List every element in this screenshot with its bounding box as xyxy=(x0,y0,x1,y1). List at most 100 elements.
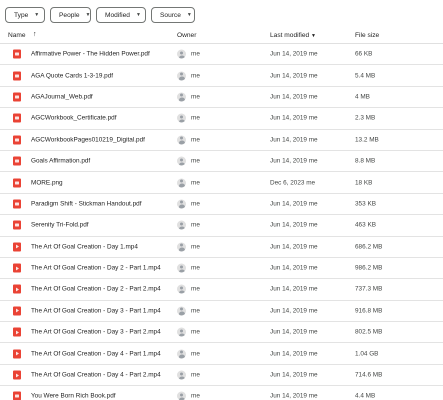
owner-avatar-icon xyxy=(177,92,186,102)
file-owner: me xyxy=(191,93,200,101)
chevron-down-icon: ▼ xyxy=(34,12,40,18)
last-modified-column-header[interactable]: Last modified xyxy=(270,32,309,39)
file-size: 737.3 MB xyxy=(355,285,383,293)
file-name[interactable]: The Art Of Goal Creation - Day 1.mp4 xyxy=(31,243,138,250)
file-row[interactable]: The Art Of Goal Creation - Day 4 - Part … xyxy=(0,343,443,365)
file-row[interactable]: The Art Of Goal Creation - Day 3 - Part … xyxy=(0,322,443,344)
file-name[interactable]: MORE.png xyxy=(31,179,63,186)
file-name[interactable]: The Art Of Goal Creation - Day 4 - Part … xyxy=(31,350,161,357)
sort-caret-down-icon[interactable]: ▼ xyxy=(311,33,316,39)
file-name[interactable]: Affirmative Power - The Hidden Power.pdf xyxy=(31,51,150,58)
type-filter-label: Type xyxy=(14,11,29,19)
file-last-modified: Jun 14, 2019 me xyxy=(270,93,318,101)
mp4-file-icon xyxy=(13,263,21,273)
pdf-file-icon xyxy=(13,391,21,400)
file-owner: me xyxy=(191,307,200,315)
file-row[interactable]: Serenity Tri-Fold.pdf me Jun 14, 2019 me 46… xyxy=(0,215,443,237)
owner-avatar-icon xyxy=(177,71,186,81)
owner-avatar-icon xyxy=(177,178,186,188)
file-owner: me xyxy=(191,50,200,58)
file-name[interactable]: The Art Of Goal Creation - Day 3 - Part … xyxy=(31,307,161,314)
sort-ascending-arrow-icon[interactable]: ↑ xyxy=(33,31,37,38)
file-row[interactable]: You Were Born Rich Book.pdf me Jun 14, 201… xyxy=(0,386,443,400)
file-name[interactable]: The Art Of Goal Creation - Day 4 - Part … xyxy=(31,372,161,379)
file-owner: me xyxy=(191,114,200,122)
file-row[interactable]: MORE.png me Dec 6, 2023 me 18 KB xyxy=(0,172,443,194)
file-last-modified: Jun 14, 2019 me xyxy=(270,243,318,251)
file-name[interactable]: The Art Of Goal Creation - Day 3 - Part … xyxy=(31,329,161,336)
file-row[interactable]: Affirmative Power - The Hidden Power.pdf… xyxy=(0,44,443,66)
pdf-file-icon xyxy=(13,71,21,81)
file-name[interactable]: The Art Of Goal Creation - Day 2 - Part … xyxy=(31,286,161,293)
file-name[interactable]: AGA Quote Cards 1-3-19.pdf xyxy=(31,72,113,79)
name-column-header[interactable]: Name xyxy=(8,32,26,39)
file-name[interactable]: Paradigm Shift - Stickman Handout.pdf xyxy=(31,200,141,207)
file-size: 686.2 MB xyxy=(355,243,383,251)
file-last-modified: Jun 14, 2019 me xyxy=(270,136,318,144)
file-owner: me xyxy=(191,243,200,251)
file-row[interactable]: The Art Of Goal Creation - Day 4 - Part … xyxy=(0,365,443,387)
people-filter-chip[interactable]: People ▼ xyxy=(50,7,91,23)
file-row[interactable]: The Art Of Goal Creation - Day 1.mp4 me Ju… xyxy=(0,237,443,258)
owner-avatar-icon xyxy=(177,284,186,294)
file-last-modified: Jun 14, 2019 me xyxy=(270,285,318,293)
pdf-file-icon xyxy=(13,156,21,166)
pdf-file-icon xyxy=(13,199,21,209)
owner-avatar-icon xyxy=(177,49,186,59)
file-name[interactable]: AGCWorkbookPages010219_Digital.pdf xyxy=(31,136,145,143)
chevron-down-icon: ▼ xyxy=(85,12,91,18)
file-owner: me xyxy=(191,157,200,165)
mp4-file-icon xyxy=(13,349,21,359)
mp4-file-icon xyxy=(13,306,21,316)
file-row[interactable]: The Art Of Goal Creation - Day 2 - Part … xyxy=(0,279,443,301)
file-name[interactable]: You Were Born Rich Book.pdf xyxy=(31,393,116,400)
type-filter-chip[interactable]: Type ▼ xyxy=(5,7,45,23)
file-size: 18 KB xyxy=(355,179,373,187)
owner-avatar-icon xyxy=(177,199,186,209)
file-size: 4.4 MB xyxy=(355,392,376,400)
file-list-header: Name ↑ Owner Last modified ▼ File size xyxy=(0,27,443,44)
file-row[interactable]: The Art Of Goal Creation - Day 2 - Part … xyxy=(0,258,443,280)
file-size: 66 KB xyxy=(355,50,373,58)
file-last-modified: Jun 14, 2019 me xyxy=(270,50,318,58)
file-row[interactable]: Paradigm Shift - Stickman Handout.pdf me J… xyxy=(0,194,443,216)
mp4-file-icon xyxy=(13,327,21,337)
file-owner: me xyxy=(191,136,200,144)
file-owner: me xyxy=(191,285,200,293)
file-name[interactable]: Goals Affirmation.pdf xyxy=(31,158,90,165)
chevron-down-icon: ▼ xyxy=(135,12,141,18)
pdf-file-icon xyxy=(13,135,21,145)
owner-avatar-icon xyxy=(177,327,186,337)
source-filter-label: Source xyxy=(160,11,181,19)
file-size: 8.8 MB xyxy=(355,157,376,165)
owner-avatar-icon xyxy=(177,113,186,123)
file-size: 1.04 GB xyxy=(355,350,379,358)
file-name[interactable]: The Art Of Goal Creation - Day 2 - Part … xyxy=(31,265,161,272)
file-owner: me xyxy=(191,72,200,80)
owner-avatar-icon xyxy=(177,263,186,273)
pdf-file-icon xyxy=(13,220,21,230)
owner-avatar-icon xyxy=(177,242,186,252)
file-size: 802.5 MB xyxy=(355,328,383,336)
file-owner: me xyxy=(191,200,200,208)
file-last-modified: Jun 14, 2019 me xyxy=(270,264,318,272)
file-row[interactable]: AGA Quote Cards 1-3-19.pdf me Jun 14, 2019… xyxy=(0,65,443,87)
file-row[interactable]: AGAJournal_Web.pdf me Jun 14, 2019 me 4 MB xyxy=(0,87,443,109)
file-owner: me xyxy=(191,392,200,400)
file-row[interactable]: AGCWorkbookPages010219_Digital.pdf me Jun … xyxy=(0,130,443,151)
source-filter-chip[interactable]: Source ▼ xyxy=(151,7,195,23)
people-filter-label: People xyxy=(59,11,80,19)
file-size-column-header[interactable]: File size xyxy=(355,32,379,39)
file-owner: me xyxy=(191,264,200,272)
file-row[interactable]: Goals Affirmation.pdf me Jun 14, 2019 me 8.… xyxy=(0,151,443,173)
file-last-modified: Jun 14, 2019 me xyxy=(270,114,318,122)
file-name[interactable]: AGCWorkbook_Certificate.pdf xyxy=(31,115,116,122)
file-name[interactable]: AGAJournal_Web.pdf xyxy=(31,93,93,100)
file-row[interactable]: The Art Of Goal Creation - Day 3 - Part … xyxy=(0,301,443,323)
owner-column-header[interactable]: Owner xyxy=(177,32,196,39)
file-name[interactable]: Serenity Tri-Fold.pdf xyxy=(31,222,89,229)
owner-avatar-icon xyxy=(177,349,186,359)
file-size: 463 KB xyxy=(355,221,376,229)
modified-filter-chip[interactable]: Modified ▼ xyxy=(96,7,146,23)
file-row[interactable]: AGCWorkbook_Certificate.pdf me Jun 14, 201… xyxy=(0,108,443,130)
